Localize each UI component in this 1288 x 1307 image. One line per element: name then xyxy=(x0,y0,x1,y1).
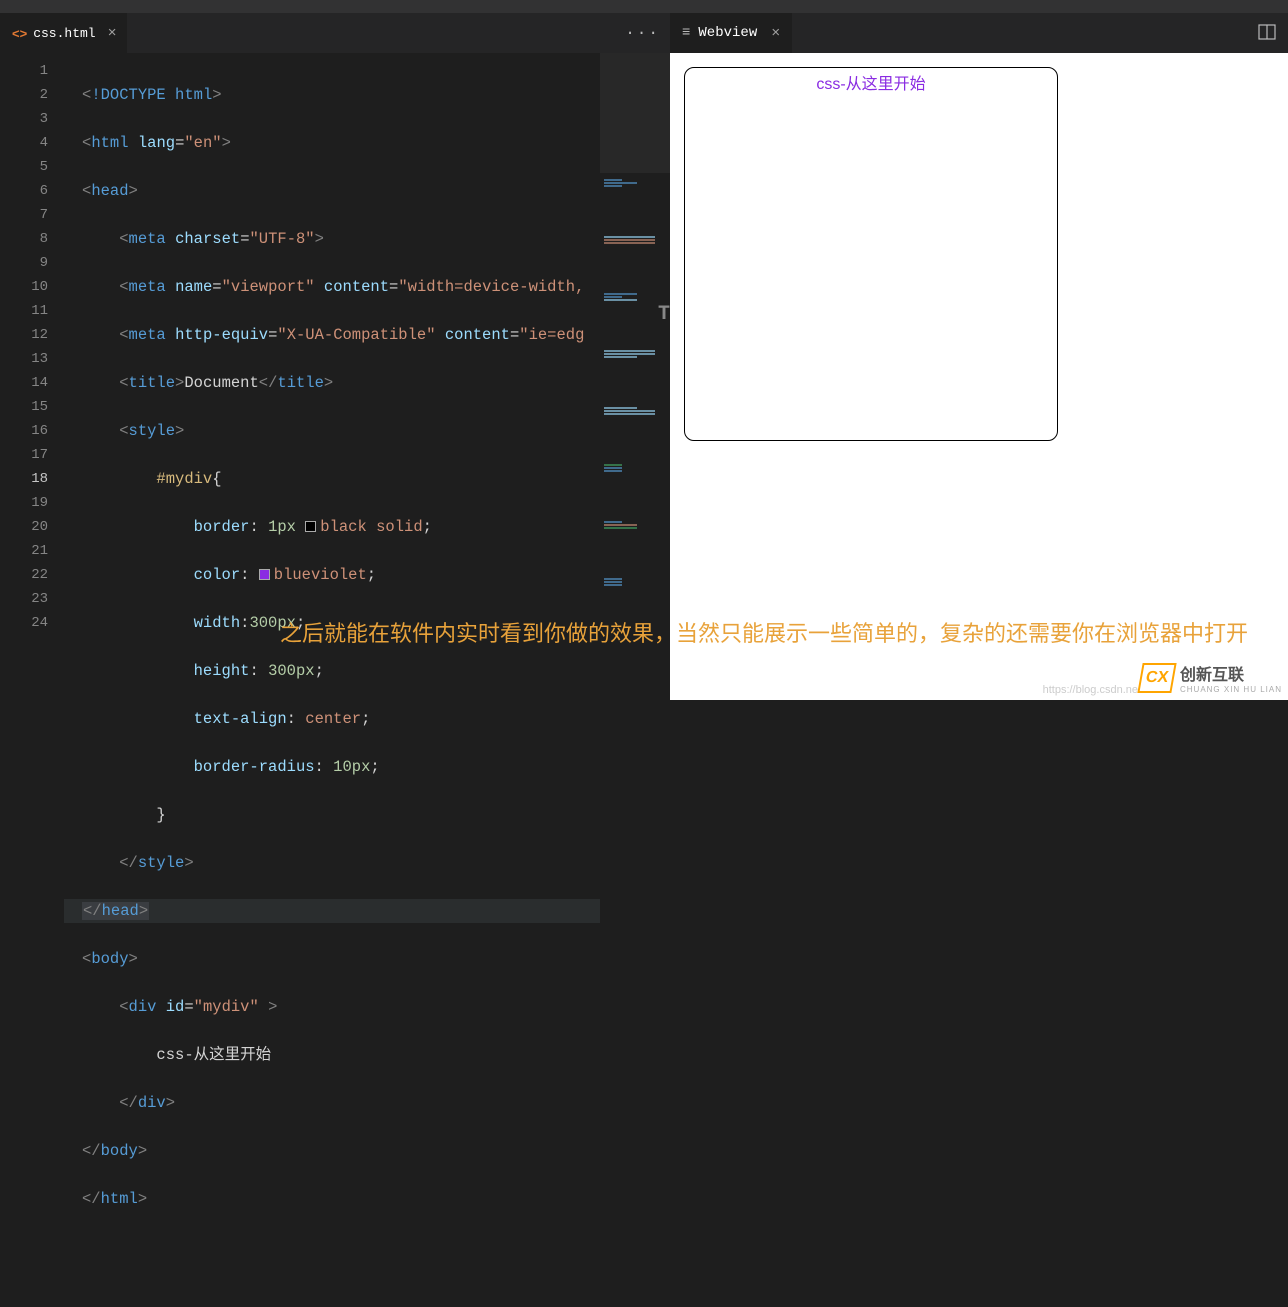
tab-more-icon[interactable]: ··· xyxy=(625,24,660,42)
line-number-gutter: 123456789 1011121314151617 1819202122232… xyxy=(0,53,64,1307)
editor-tab-bar: <> css.html × ··· xyxy=(0,13,670,53)
annotation-text: 之后就能在软件内实时看到你做的效果，当然只能展示一些简单的，复杂的还需要你在浏览… xyxy=(280,618,1288,650)
footer-url: https://blog.csdn.ne xyxy=(1043,684,1138,696)
webview-preview: css-从这里开始 xyxy=(670,53,1288,700)
color-swatch-black xyxy=(305,521,316,532)
list-icon: ≡ xyxy=(682,25,690,41)
watermark-sub: CHUANG XIN HU LIAN xyxy=(1180,685,1282,694)
watermark: CX 创新互联 CHUANG XIN HU LIAN xyxy=(1140,661,1282,694)
webview-pane: ≡ Webview × css-从这里开始 xyxy=(670,13,1288,700)
webview-title: Webview xyxy=(698,25,757,41)
close-icon[interactable]: × xyxy=(771,25,780,42)
watermark-logo-icon: CX xyxy=(1137,663,1176,693)
minimap[interactable] xyxy=(600,53,670,1307)
tab-webview[interactable]: ≡ Webview × xyxy=(670,13,792,53)
code-editor[interactable]: <!DOCTYPE html> <html lang="en"> <head> … xyxy=(64,53,670,1307)
html-file-icon: <> xyxy=(12,26,27,41)
watermark-brand: 创新互联 xyxy=(1180,661,1282,685)
editor-pane: <> css.html × ··· 123456789 101112131415… xyxy=(0,13,670,700)
tab-filename: css.html xyxy=(33,26,95,41)
menu-bar xyxy=(0,0,1288,13)
preview-mydiv: css-从这里开始 xyxy=(684,67,1058,441)
preview-text: css-从这里开始 xyxy=(816,76,925,93)
color-swatch-blueviolet xyxy=(259,569,270,580)
close-icon[interactable]: × xyxy=(108,25,117,42)
tab-css-html[interactable]: <> css.html × xyxy=(0,13,127,53)
text-tool-icon: T xyxy=(658,303,670,326)
split-editor-icon[interactable] xyxy=(1258,23,1276,46)
webview-tab-bar: ≡ Webview × xyxy=(670,13,1288,53)
